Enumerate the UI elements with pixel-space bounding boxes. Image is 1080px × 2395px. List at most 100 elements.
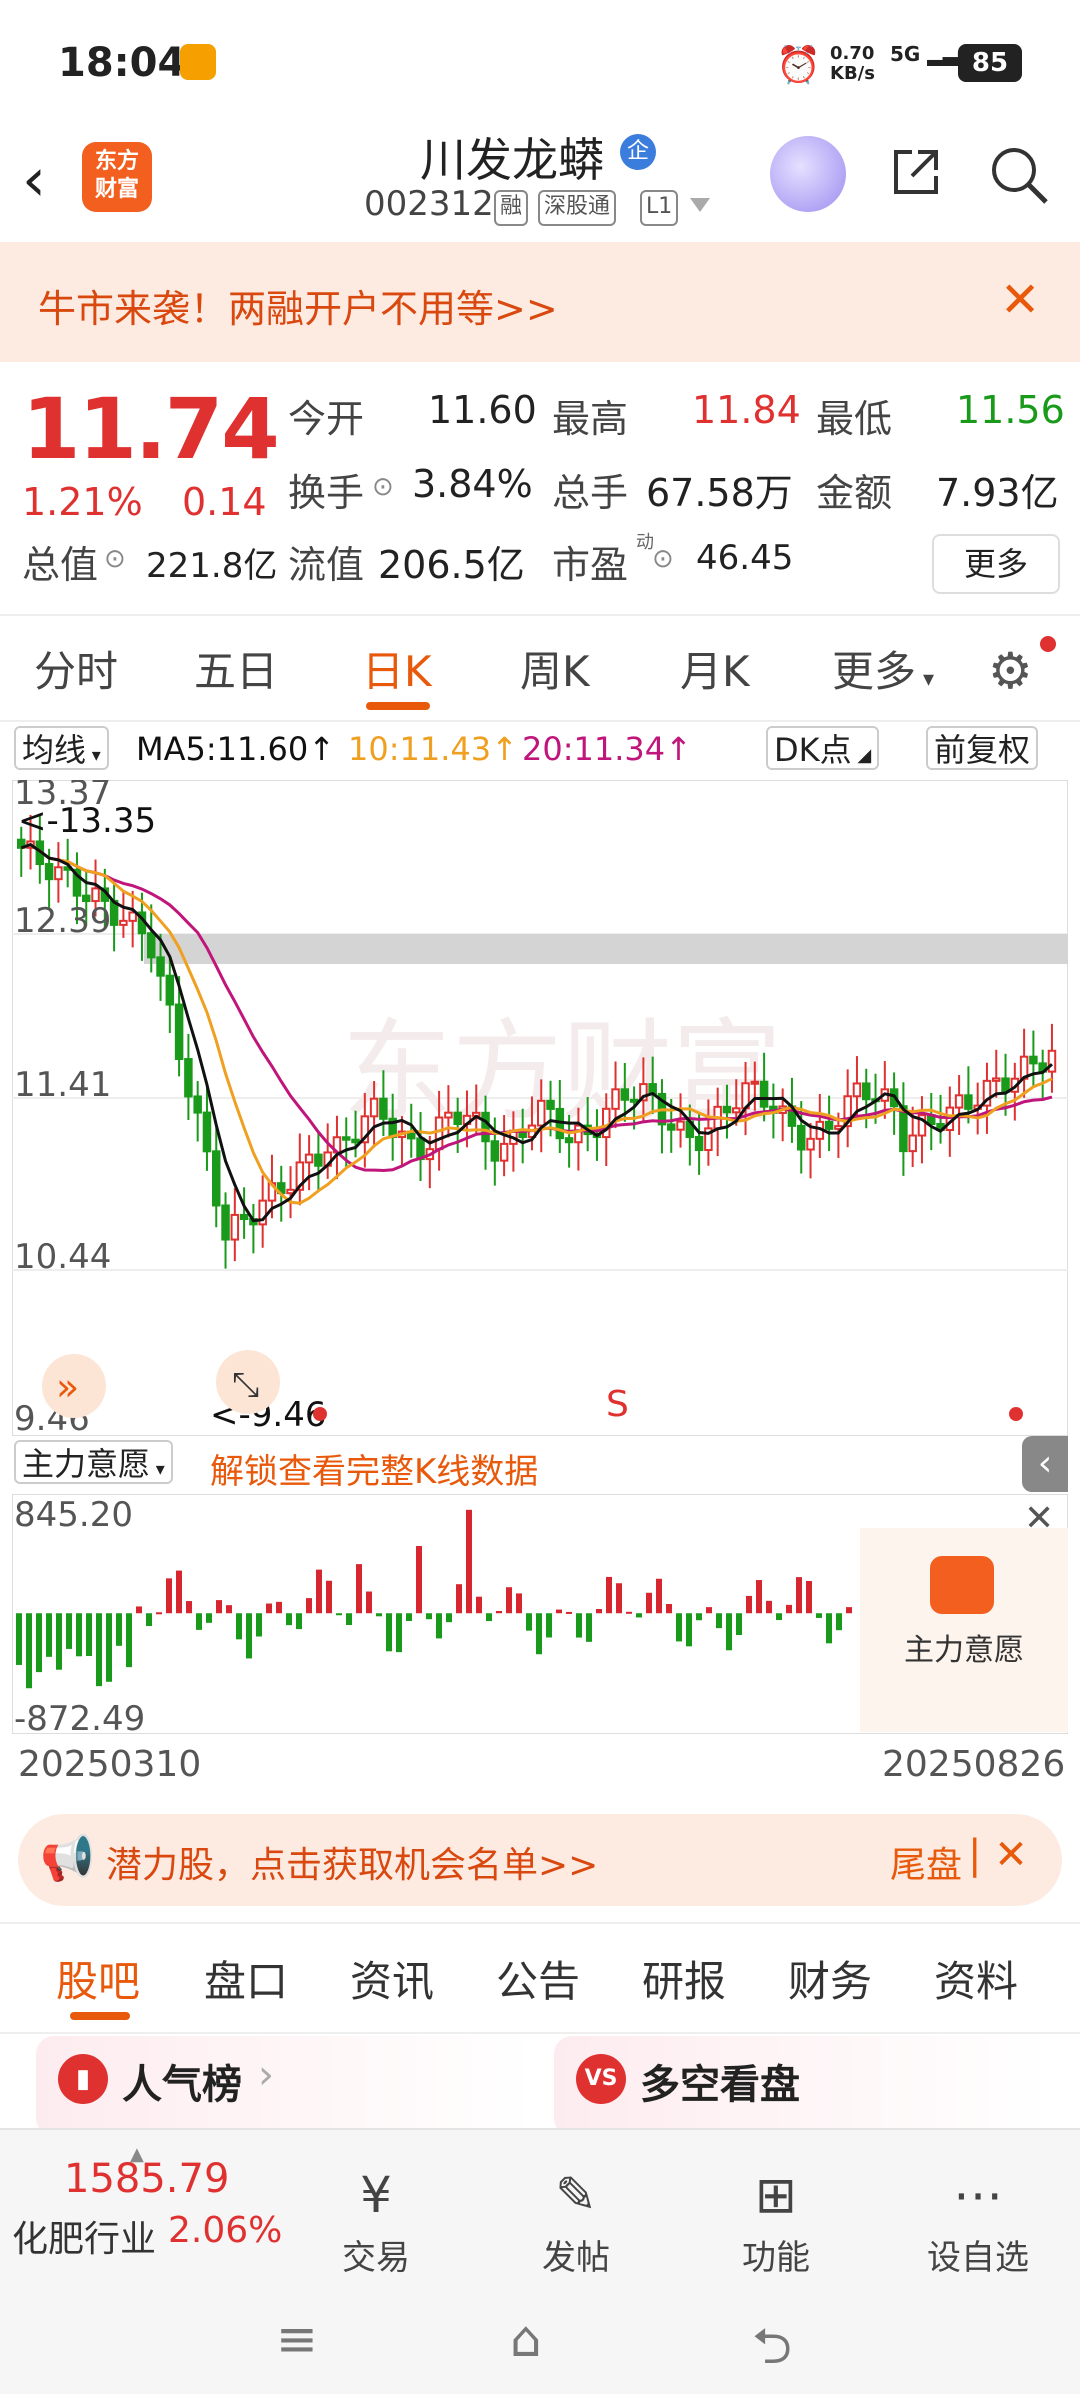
tab-financials[interactable]: 财务	[788, 1948, 872, 2009]
quote-panel: 11.74 1.21% 0.14 总值 ⊙ 221.8亿 今开 11.60 最高…	[0, 362, 1080, 612]
tab-more[interactable]: 更多 ▾	[832, 638, 934, 699]
indicator-bar	[576, 1613, 582, 1638]
info-icon[interactable]: ⊙	[104, 544, 126, 574]
unlock-link[interactable]: 解锁查看完整K线数据	[210, 1444, 538, 1493]
tab-intraday[interactable]: 分时	[34, 638, 118, 699]
nav-functions[interactable]: ⊞ 功能	[706, 2160, 846, 2279]
candle-body	[992, 1077, 1001, 1082]
indicator-bar	[526, 1613, 532, 1631]
ai-assistant-icon[interactable]	[770, 136, 846, 212]
more-button[interactable]: 更多	[932, 534, 1060, 594]
indicator-bar	[446, 1613, 452, 1623]
float-value: 206.5亿	[378, 543, 525, 587]
candle-body	[667, 1123, 676, 1131]
close-icon[interactable]: ✕	[1000, 272, 1040, 328]
tab-daily-k[interactable]: 日K	[362, 638, 432, 699]
popularity-card[interactable]: ▮ 人气榜 ›	[36, 2036, 532, 2136]
indicator-bar	[496, 1610, 502, 1614]
index-value[interactable]: 1585.79	[64, 2156, 229, 2202]
promo-right-text[interactable]: 尾盘	[890, 1836, 962, 1888]
tab-five-day[interactable]: 五日	[194, 638, 278, 699]
volume-value: 67.58万	[646, 471, 793, 515]
candle-body	[722, 1105, 732, 1114]
candle-body	[537, 1099, 546, 1127]
bull-bear-card[interactable]: VS 多空看盘	[554, 2036, 1050, 2136]
indicator-bar	[436, 1613, 442, 1639]
tab-monthly-k[interactable]: 月K	[680, 638, 750, 699]
indicator-bar	[126, 1613, 132, 1668]
info-icon[interactable]: ⊙	[652, 544, 674, 574]
indicator-bar	[56, 1613, 62, 1670]
promo-strip[interactable]: 📢 潜力股，点击获取机会名单>> 尾盘 | ✕	[18, 1814, 1062, 1906]
open-label: 今开	[288, 397, 365, 441]
candle-body	[453, 1111, 462, 1125]
nav-trade[interactable]: ¥ 交易	[306, 2160, 446, 2279]
fullscreen-icon: ⤡	[232, 1365, 259, 1405]
gear-icon[interactable]: ⚙	[988, 642, 1033, 700]
indicator-bar	[346, 1613, 352, 1626]
candle-body	[1029, 1055, 1038, 1065]
candle-body	[156, 956, 165, 977]
indicator-app-icon	[930, 1556, 994, 1614]
close-icon[interactable]: | ✕	[968, 1832, 1028, 1878]
indicator-bar	[676, 1613, 682, 1642]
share-icon[interactable]	[888, 144, 944, 200]
banner-text[interactable]: 牛市来袭！两融开户不用等>>	[38, 278, 558, 333]
adjust-selector[interactable]: 前复权	[926, 726, 1039, 770]
tab-announcements[interactable]: 公告	[496, 1948, 580, 2009]
candle-body	[304, 1153, 314, 1164]
promo-banner[interactable]: 牛市来袭！两融开户不用等>> ✕	[0, 242, 1080, 362]
indicator-bar	[456, 1584, 462, 1614]
back-arrow-icon[interactable]: ‹	[22, 150, 46, 210]
collapse-panel-icon[interactable]: ‹	[1022, 1436, 1068, 1492]
more-circle-icon: ⋯	[953, 2166, 1003, 2224]
indicator-bar	[116, 1613, 122, 1646]
indicator-bar	[276, 1601, 282, 1614]
pe-label: 市盈	[552, 543, 629, 587]
kline-chart[interactable]: 东方财富 13.37 12.39 11.41 10.44 9.46 <-13.3…	[12, 780, 1068, 1436]
status-time: 18:04	[58, 40, 186, 86]
dk-point-selector[interactable]: DK点 ◢	[766, 726, 880, 770]
indicator-bar	[266, 1603, 272, 1614]
index-name[interactable]: 化肥行业	[12, 2210, 156, 2262]
nav-add-watchlist[interactable]: ⋯ 设自选	[908, 2160, 1048, 2279]
indicator-bar	[26, 1613, 32, 1689]
app-logo: 东方 财富	[82, 142, 152, 212]
chevron-down-icon[interactable]	[690, 198, 710, 212]
stock-code: 002312	[364, 184, 494, 224]
y-tick-label: 12.39	[14, 901, 111, 941]
enterprise-badge-icon: 企	[620, 134, 656, 170]
tab-research[interactable]: 研报	[642, 1948, 726, 2009]
amount-label: 金额	[816, 471, 893, 515]
indicator-bar	[86, 1613, 92, 1656]
indicator-bar	[486, 1613, 492, 1622]
indicator-bar	[796, 1577, 802, 1614]
indicator-bar	[386, 1613, 392, 1652]
promo-text[interactable]: 潜力股，点击获取机会名单>>	[106, 1836, 598, 1888]
indicator-bar	[836, 1613, 842, 1631]
tab-weekly-k[interactable]: 周K	[520, 638, 590, 699]
yen-circle-icon: ¥	[360, 2166, 392, 2224]
info-icon[interactable]: ⊙	[372, 472, 394, 502]
indicator-bar	[556, 1609, 562, 1614]
index-percent[interactable]: 2.06%	[168, 2210, 282, 2251]
home-icon[interactable]: ⌂	[510, 2310, 542, 2368]
indicator-selector[interactable]: 主力意愿 ▾	[14, 1440, 173, 1484]
tab-profile[interactable]: 资料	[934, 1948, 1018, 2009]
nav-post[interactable]: ✎ 发帖	[506, 2160, 646, 2279]
volume-label: 总手	[552, 471, 629, 515]
candle-body	[954, 1094, 964, 1109]
menu-icon[interactable]: ≡	[276, 2310, 318, 2368]
tab-orderbook[interactable]: 盘口	[204, 1948, 288, 2009]
indicator-bar	[466, 1509, 472, 1614]
indicator-chart[interactable]: 845.20 -872.49 主力意愿 ✕	[12, 1494, 1068, 1734]
search-icon[interactable]	[988, 144, 1050, 206]
candle-body	[824, 1120, 834, 1130]
ma-selector[interactable]: 均线 ▾	[14, 726, 109, 770]
candle-body	[434, 1116, 444, 1151]
back-icon[interactable]: ⮌	[752, 2310, 792, 2395]
candle-body	[964, 1094, 973, 1110]
tab-forum[interactable]: 股吧	[56, 1948, 140, 2009]
indicator-bar	[416, 1546, 422, 1614]
tab-news[interactable]: 资讯	[350, 1948, 434, 2009]
